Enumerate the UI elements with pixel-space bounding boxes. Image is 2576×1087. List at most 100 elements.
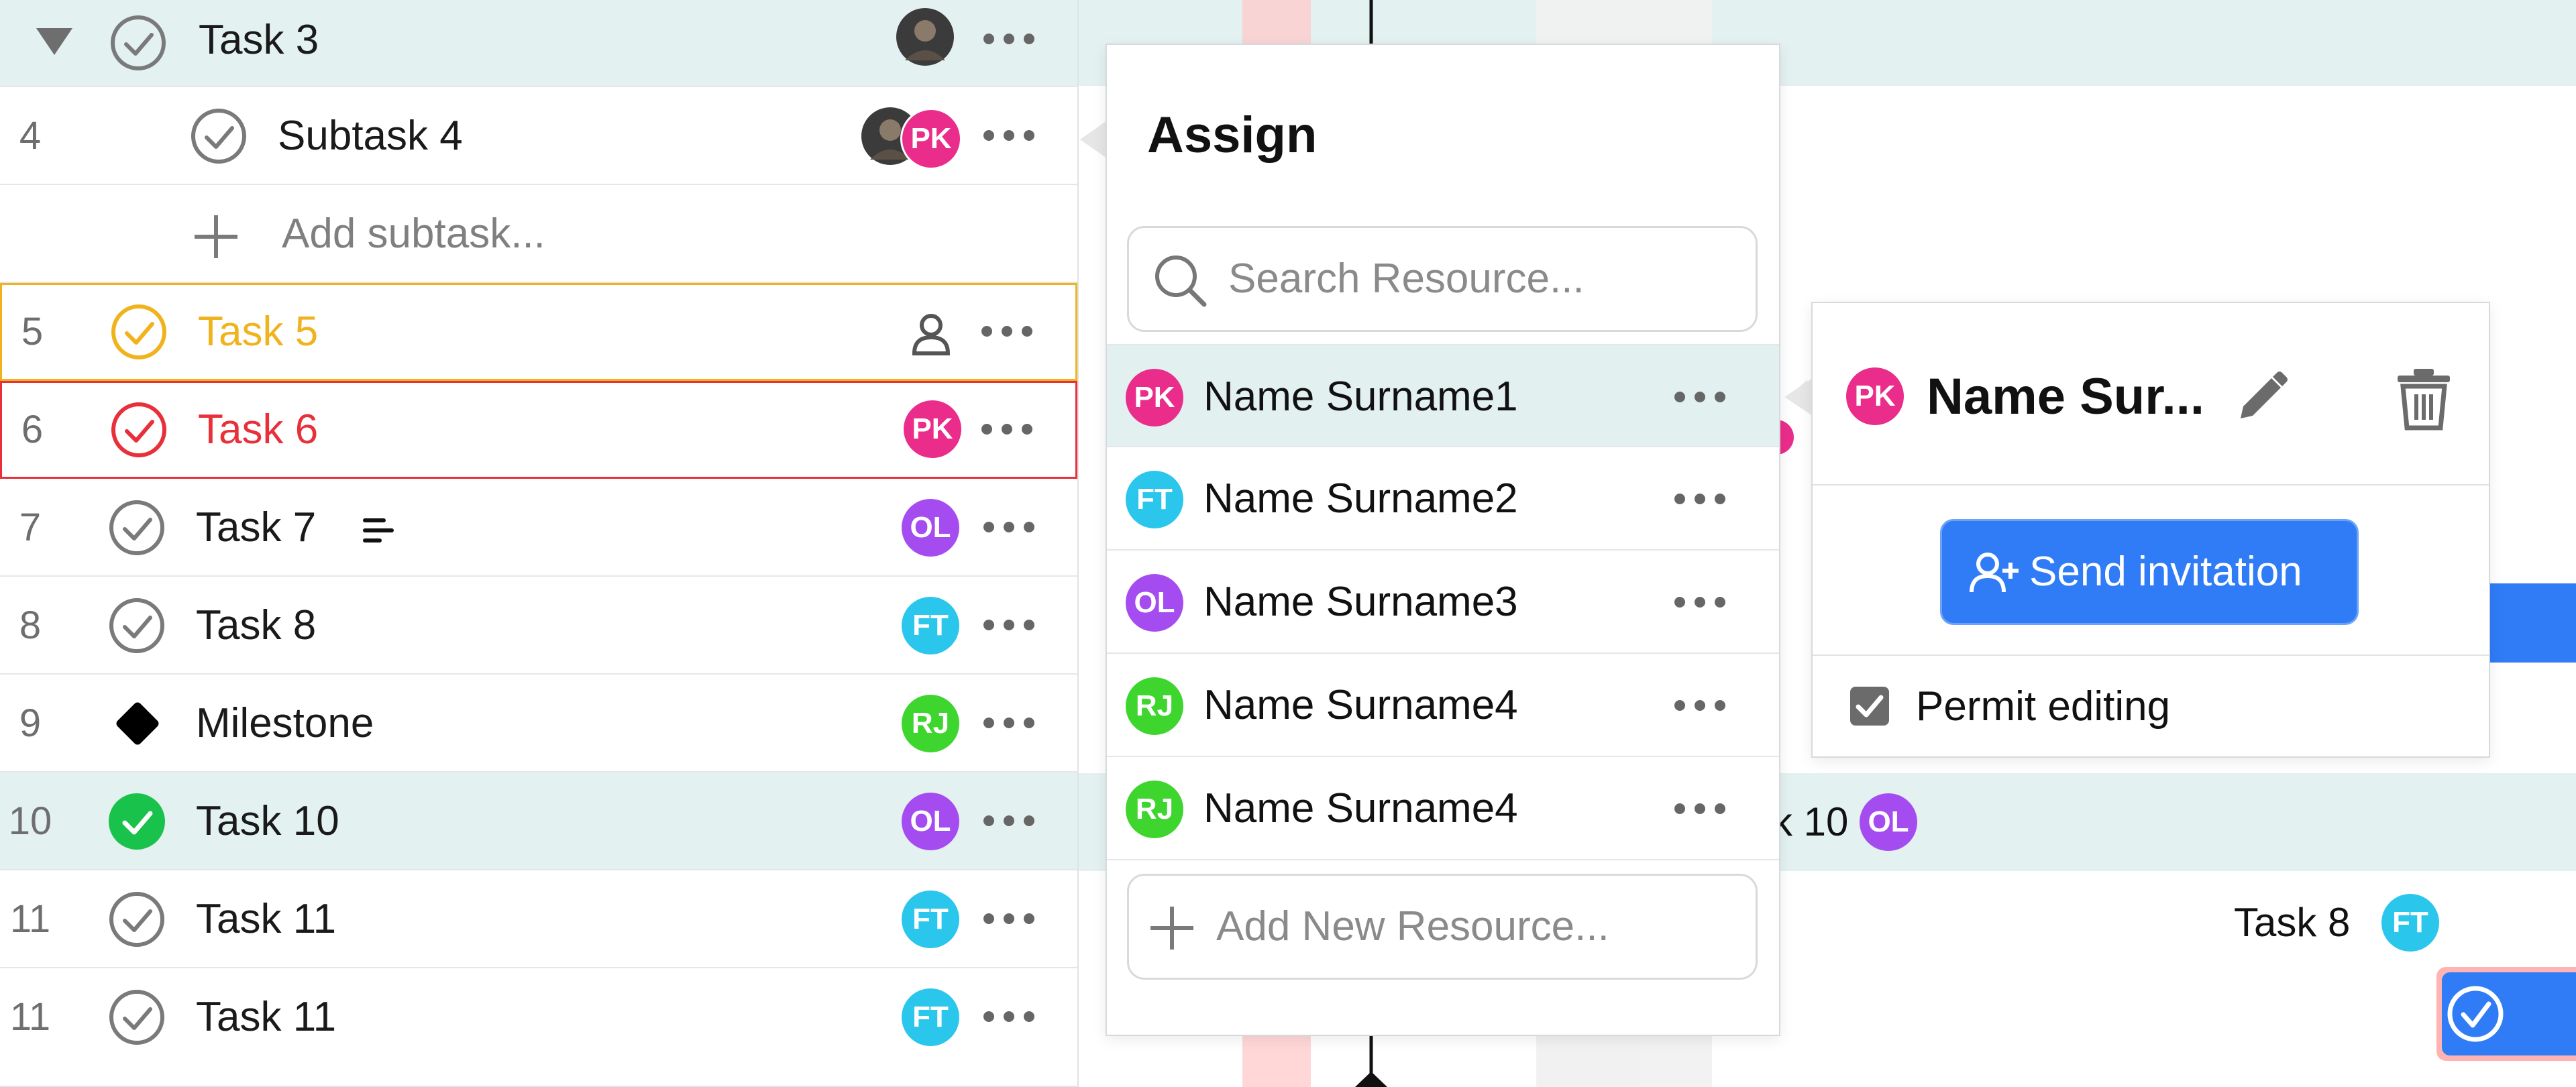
task-row[interactable]: 9 Milestone RJ (0, 675, 1077, 773)
gantt-task10-label: k 10 (1772, 799, 1849, 844)
resource-row[interactable]: RJ Name Surname4 (1107, 757, 1779, 860)
permit-editing-checkbox[interactable] (1849, 685, 1890, 727)
more-options-icon[interactable] (1673, 491, 1727, 507)
task-row[interactable]: 5 Task 5 (0, 283, 1077, 381)
plus-icon[interactable] (191, 211, 241, 262)
resource-name[interactable]: Name Surname1 (1203, 345, 1518, 449)
avatar-pk[interactable]: PK (904, 400, 961, 458)
task-title[interactable]: Task 3 (199, 0, 319, 80)
person-icon[interactable] (908, 310, 955, 357)
task-bar-right-edge[interactable] (2489, 583, 2576, 663)
task-row[interactable]: 10 Task 10 OL (0, 773, 1077, 870)
more-options-icon[interactable] (980, 323, 1034, 339)
avatar-ol[interactable]: OL (902, 499, 959, 557)
task-check-icon[interactable] (191, 108, 247, 164)
more-options-icon[interactable] (982, 715, 1036, 731)
add-subtask-row[interactable]: Add subtask... (0, 185, 1077, 283)
task-row[interactable]: 7 Task 7 OL (0, 479, 1077, 577)
task-title[interactable]: Task 10 (196, 773, 339, 870)
task-row[interactable]: 4 Subtask 4 PK (0, 87, 1077, 185)
plus-icon (1150, 907, 1193, 950)
resource-search-placeholder[interactable]: Search Resource... (1228, 228, 1585, 330)
add-resource-field[interactable]: Add New Resource... (1127, 874, 1758, 980)
resource-name[interactable]: Name Surname4 (1203, 654, 1518, 757)
task-check-icon[interactable] (109, 989, 165, 1045)
task-check-icon[interactable] (110, 15, 166, 71)
row-number: 9 (19, 701, 42, 745)
more-options-icon[interactable] (982, 813, 1036, 829)
resource-name[interactable]: Name Surname4 (1203, 757, 1518, 860)
milestone-diamond-icon[interactable] (110, 696, 165, 751)
task-row[interactable]: Task 3 (0, 0, 1077, 87)
task-title[interactable]: Task 11 (196, 870, 336, 968)
resource-avatar: OL (1126, 574, 1183, 632)
task-title[interactable]: Milestone (196, 675, 374, 773)
collapse-triangle-icon[interactable] (34, 24, 75, 58)
resource-row[interactable]: FT Name Surname2 (1107, 447, 1779, 551)
avatar-ol[interactable]: OL (902, 793, 959, 850)
resource-avatar: FT (1126, 471, 1183, 528)
avatar-pk[interactable]: PK (900, 108, 962, 170)
delete-trash-icon[interactable] (2394, 366, 2454, 431)
more-options-icon[interactable] (1673, 594, 1727, 610)
more-options-icon[interactable] (982, 1009, 1036, 1025)
row-number: 5 (21, 310, 44, 353)
more-options-icon[interactable] (1673, 697, 1727, 713)
task-title[interactable]: Task 5 (198, 283, 318, 381)
task-done-check-icon[interactable] (109, 793, 165, 850)
permit-editing-label[interactable]: Permit editing (1916, 673, 2170, 740)
resource-name[interactable]: Name Surname3 (1203, 551, 1518, 654)
search-icon (1155, 255, 1207, 307)
more-options-icon[interactable] (982, 31, 1036, 47)
task-title[interactable]: Task 8 (196, 577, 316, 675)
gantt-task10-avatar[interactable]: OL (1860, 793, 1917, 851)
task-row[interactable]: 11 Task 11 FT (0, 968, 1077, 1087)
avatar-rj[interactable]: RJ (902, 695, 959, 752)
add-resource-placeholder[interactable]: Add New Resource... (1216, 876, 1609, 978)
avatar-ft[interactable]: FT (902, 988, 959, 1046)
more-options-icon[interactable] (980, 421, 1034, 437)
more-options-icon[interactable] (982, 911, 1036, 927)
row-number: 11 (9, 995, 51, 1039)
resource-detail-popup: PK Name Sur... Send invitation Permit ed… (1811, 302, 2490, 758)
task-title[interactable]: Subtask 4 (278, 87, 463, 185)
notes-icon[interactable] (362, 515, 396, 546)
task-check-icon[interactable] (109, 500, 165, 556)
resource-avatar: RJ (1126, 781, 1183, 838)
avatar-ft[interactable]: FT (902, 891, 959, 948)
divider (1813, 484, 2489, 485)
gantt-task8-avatar[interactable]: FT (2381, 894, 2439, 952)
resource-row[interactable]: PK Name Surname1 (1107, 344, 1779, 447)
task-check-icon[interactable] (109, 891, 165, 948)
more-options-icon[interactable] (982, 519, 1036, 535)
popup-pointer-icon (1080, 121, 1107, 158)
popup-pointer-icon (1784, 378, 1813, 416)
row-number: 7 (19, 506, 42, 549)
assign-popup-title: Assign (1147, 107, 1318, 164)
avatar-ft[interactable]: FT (902, 597, 959, 654)
send-invitation-button[interactable]: Send invitation (1940, 519, 2359, 625)
task-check-icon[interactable] (109, 597, 165, 654)
resource-row[interactable]: OL Name Surname3 (1107, 551, 1779, 654)
task-check-icon[interactable] (111, 304, 167, 360)
resource-name[interactable]: Name Surname2 (1203, 447, 1518, 551)
resource-name-title: Name Sur... (1927, 368, 2204, 425)
add-subtask-label[interactable]: Add subtask... (282, 185, 545, 283)
task-row[interactable]: 6 Task 6 PK (0, 381, 1077, 479)
edit-pencil-icon[interactable] (2234, 369, 2290, 425)
avatar-photo-icon[interactable] (895, 7, 955, 67)
task-row[interactable]: 8 Task 8 FT (0, 577, 1077, 675)
resource-search-field[interactable]: Search Resource... (1127, 226, 1758, 332)
add-user-icon (1970, 553, 2019, 593)
task-title[interactable]: Task 11 (196, 968, 336, 1066)
task-title[interactable]: Task 7 (196, 479, 316, 577)
divider (1813, 654, 2489, 656)
resource-row[interactable]: RJ Name Surname4 (1107, 654, 1779, 757)
more-options-icon[interactable] (982, 127, 1036, 144)
more-options-icon[interactable] (1673, 801, 1727, 817)
task-row[interactable]: 11 Task 11 FT (0, 870, 1077, 968)
task-check-icon[interactable] (111, 402, 167, 458)
more-options-icon[interactable] (1673, 389, 1727, 405)
more-options-icon[interactable] (982, 617, 1036, 633)
task-title[interactable]: Task 6 (198, 381, 318, 479)
